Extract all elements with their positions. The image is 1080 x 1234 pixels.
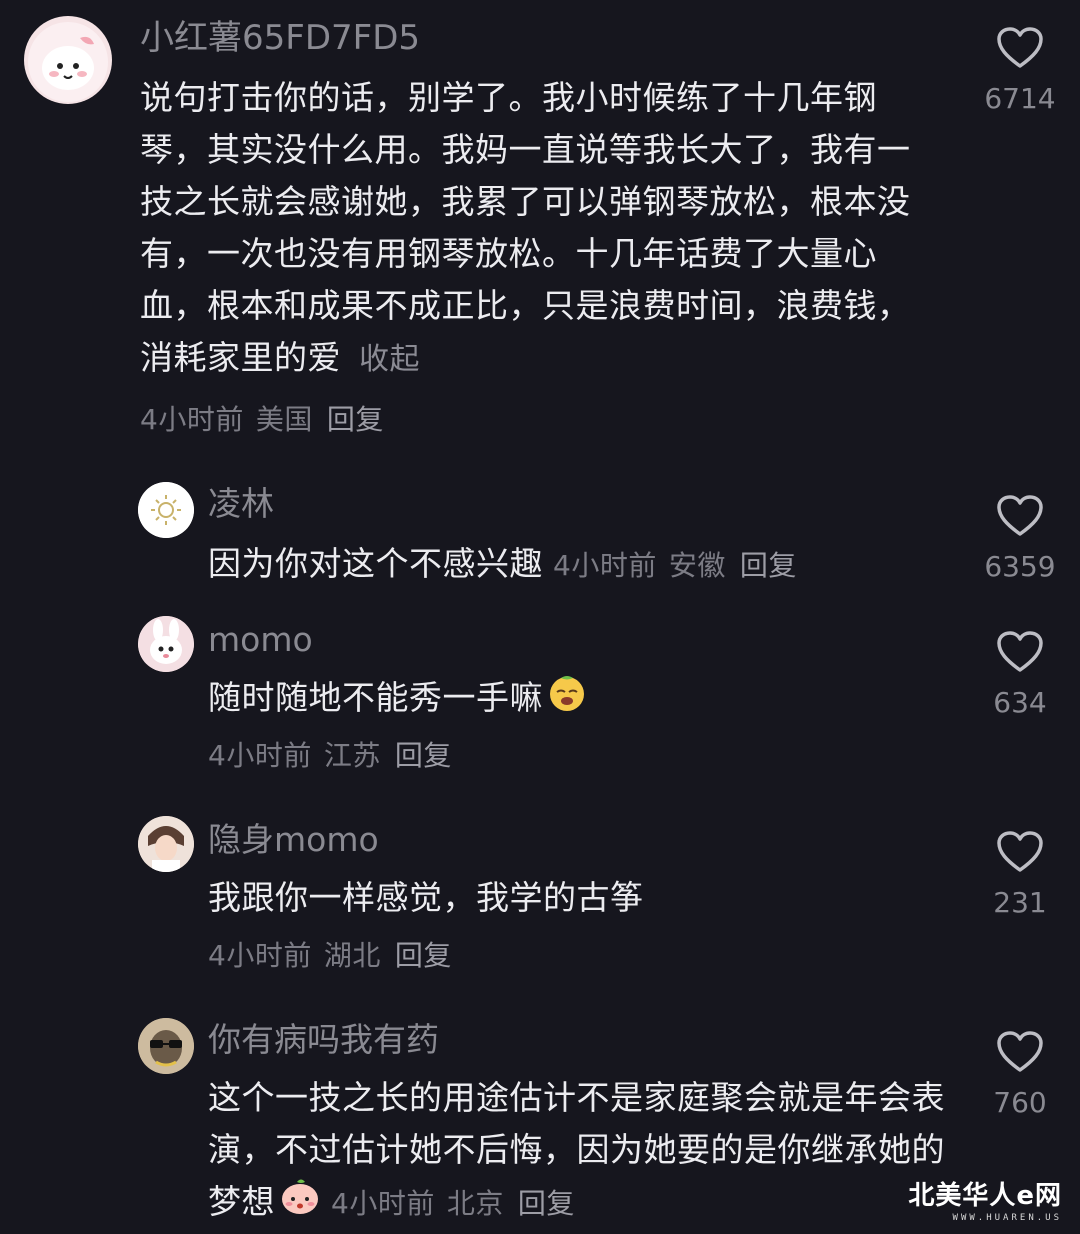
reply-button[interactable]: 回复 [518,1187,575,1220]
collapse-link[interactable]: 收起 [359,342,420,377]
watermark-title: 北美华人e网 [908,1181,1062,1211]
watermark-url: WWW.HUAREN.US [952,1213,1062,1223]
comment-list: 小红薯65FD7FD5 说句打击你的话，别学了。我小时候练了十几年钢琴，其实没什… [0,0,1080,1234]
comment-meta: 4小时前 美国 回复 [140,400,384,440]
photo-avatar-icon [138,816,194,872]
like-count: 6359 [984,550,1056,583]
reply-button[interactable]: 回复 [740,549,797,582]
comment-text-content: 因为你对这个不感兴趣 [208,544,543,583]
comment-username[interactable]: momo [208,620,313,660]
comment-region: 湖北 [323,939,381,972]
comment-text: 随时随地不能秀一手嘛 [208,672,948,727]
comment-region: 安徽 [668,549,726,582]
comment-time: 4小时前 [208,939,312,972]
like-count: 231 [993,886,1047,919]
reply-button[interactable]: 回复 [395,939,452,972]
comment-time: 4小时前 [140,403,244,436]
heart-icon [997,1031,1043,1072]
comment-region: 美国 [255,403,313,436]
reply-button[interactable]: 回复 [327,403,384,436]
like-count: 760 [993,1086,1047,1119]
like-button[interactable]: 634 [970,630,1070,720]
comment-username[interactable]: 小红薯65FD7FD5 [140,18,420,58]
comment-region: 江苏 [323,739,381,772]
comment-text-content: 随时随地不能秀一手嘛 [208,678,543,717]
comment-meta: 4小时前 北京 回复 [331,1187,575,1220]
comment-text-content: 说句打击你的话，别学了。我小时候练了十几年钢琴，其实没什么用。我妈一直说等我长大… [140,78,911,377]
sun-avatar-icon [138,482,194,538]
comment-meta: 4小时前 湖北 回复 [208,936,452,976]
pink-cartoon-avatar-icon [28,22,108,102]
like-count: 634 [993,686,1047,719]
like-button[interactable]: 231 [970,830,1070,920]
comment-time: 4小时前 [208,739,312,772]
avatar[interactable] [138,1018,194,1074]
avatar[interactable] [138,616,194,672]
smug-face-emoji-icon [547,672,587,727]
comment-username[interactable]: 隐身momo [208,820,379,860]
comment-region: 北京 [446,1187,504,1220]
comment-meta: 4小时前 江苏 回复 [208,736,452,776]
heart-icon [997,831,1043,872]
heart-icon [997,27,1043,68]
comment-meta: 4小时前 安徽 回复 [553,549,797,582]
site-watermark: 北美华人e网 WWW.HUAREN.US [908,1180,1062,1224]
sunglasses-avatar-icon [138,1018,194,1074]
peach-face-emoji-icon [279,1176,321,1231]
like-button[interactable]: 6359 [970,494,1070,584]
comment-text: 说句打击你的话，别学了。我小时候练了十几年钢琴，其实没什么用。我妈一直说等我长大… [140,72,940,386]
avatar[interactable] [138,816,194,872]
like-button[interactable]: 760 [970,1030,1070,1120]
comment-text: 我跟你一样感觉，我学的古筝 [208,872,948,924]
heart-icon [997,495,1043,536]
comment-time: 4小时前 [331,1187,435,1220]
comment-username[interactable]: 凌林 [208,484,274,524]
comment-time: 4小时前 [553,549,657,582]
avatar[interactable] [138,482,194,538]
like-button[interactable]: 6714 [970,26,1070,116]
avatar[interactable] [24,16,112,104]
comment-username[interactable]: 你有病吗我有药 [208,1020,439,1060]
comment-text: 因为你对这个不感兴趣 4小时前 安徽 回复 [208,538,948,592]
comment-text: 这个一技之长的用途估计不是家庭聚会就是年会表演，不过估计她不后悔，因为她要的是你… [208,1072,948,1231]
heart-icon [997,631,1043,672]
comment-text-content: 我跟你一样感觉，我学的古筝 [208,878,644,917]
bunny-avatar-icon [138,616,194,672]
reply-button[interactable]: 回复 [395,739,452,772]
like-count: 6714 [984,82,1056,115]
